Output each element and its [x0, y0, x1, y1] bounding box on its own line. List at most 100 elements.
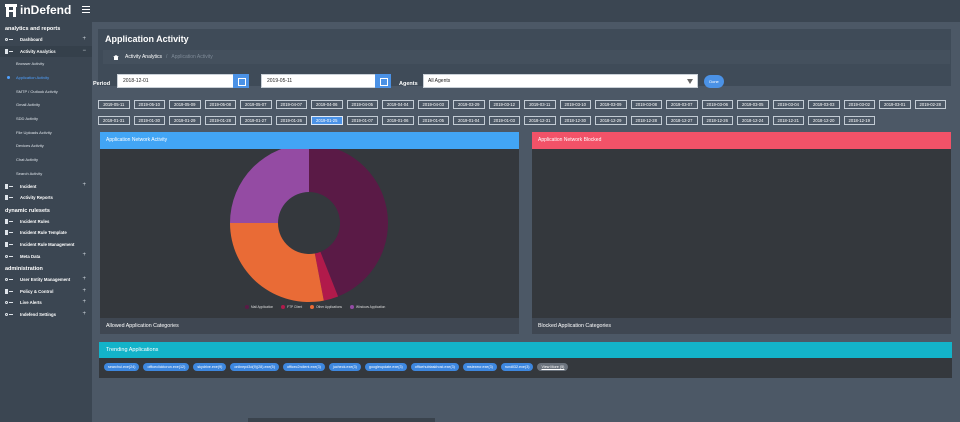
legend-item[interactable]: Mail Application [245, 305, 273, 309]
sidebar-subitem-devices-activity[interactable]: Devices Activity [0, 139, 92, 153]
trending-app-tag[interactable]: officeclicktorun.exe(12) [143, 363, 190, 371]
sidebar-item-incident[interactable]: Incident + [0, 180, 92, 192]
start-calendar-icon[interactable] [233, 74, 249, 88]
date-chip[interactable]: 2019-05-08 [204, 100, 236, 109]
date-chip[interactable]: 2019-05-10 [133, 100, 165, 109]
date-chip[interactable]: 2019-01-30 [133, 116, 165, 125]
legend-item[interactable]: Other Applications [310, 305, 342, 309]
trending-app-tag[interactable]: rundll32.exe(3) [500, 363, 534, 371]
date-chip[interactable]: 2019-03-06 [701, 100, 733, 109]
brand-logo[interactable]: inDefend [5, 3, 71, 17]
end-calendar-icon[interactable] [375, 74, 391, 88]
trending-app-tag[interactable]: msiexecr.exe(3) [462, 363, 497, 371]
date-chip[interactable]: 2018-12-20 [808, 116, 840, 125]
date-chip[interactable]: 2019-03-12 [488, 100, 520, 109]
date-chip[interactable]: 2018-12-24 [737, 116, 769, 125]
home-icon[interactable] [112, 54, 119, 60]
donut-slice[interactable] [230, 144, 309, 223]
date-chip[interactable]: 2019-05-11 [98, 100, 130, 109]
date-chip[interactable]: 2019-04-04 [382, 100, 414, 109]
trending-app-tag[interactable]: onlinepd3d(9)(28).exe(5) [230, 363, 279, 371]
sidebar-subitem-file-uploads-activity[interactable]: File Uploads Activity [0, 126, 92, 140]
date-chip[interactable]: 2019-01-03 [488, 116, 520, 125]
expand-icon[interactable]: + [82, 182, 86, 188]
trending-app-tag[interactable]: skydrive.exe(9) [193, 363, 227, 371]
date-chip[interactable]: 2019-04-03 [417, 100, 449, 109]
date-chip[interactable]: 2018-12-19 [843, 116, 875, 125]
expand-icon[interactable]: + [82, 276, 86, 282]
date-chip[interactable]: 2019-03-05 [737, 100, 769, 109]
sidebar-item-dashboard[interactable]: Dashboard + [0, 34, 92, 46]
date-chip[interactable]: 2019-03-11 [524, 100, 556, 109]
date-chip[interactable]: 2019-04-05 [346, 100, 378, 109]
date-chip[interactable]: 2019-03-03 [808, 100, 840, 109]
expand-icon[interactable]: + [82, 288, 86, 294]
date-chip[interactable]: 2019-01-31 [98, 116, 130, 125]
date-chip[interactable]: 2018-12-21 [772, 116, 804, 125]
view-more-button[interactable]: View More (5) [537, 363, 569, 371]
trending-app-tag[interactable]: jucheck.exe(3) [328, 363, 361, 371]
date-chip[interactable]: 2018-12-27 [666, 116, 698, 125]
date-chip[interactable]: 2019-03-29 [453, 100, 485, 109]
date-chip[interactable]: 2019-03-09 [595, 100, 627, 109]
date-chip[interactable]: 2019-03-08 [630, 100, 662, 109]
trending-app-tag[interactable]: officehubtaskhost.exe(3) [410, 363, 459, 371]
sidebar-subitem-browser-activity[interactable]: Browser Activity [0, 57, 92, 71]
date-chip[interactable]: 2019-01-28 [204, 116, 236, 125]
sidebar-item-meta-data[interactable]: Meta Data + [0, 250, 92, 262]
date-chip[interactable]: 2019-01-06 [382, 116, 414, 125]
sidebar-item-incident-rule-management[interactable]: Incident Rule Management [0, 239, 92, 251]
date-chip[interactable]: 2018-12-29 [595, 116, 627, 125]
sidebar-subitem-application-activity[interactable]: Application Activity [0, 71, 92, 85]
expand-icon[interactable]: + [82, 36, 86, 42]
date-chip[interactable]: 2019-04-07 [275, 100, 307, 109]
date-chip[interactable]: 2019-01-07 [346, 116, 378, 125]
date-chip[interactable]: 2018-12-31 [524, 116, 556, 125]
menu-toggle-icon[interactable] [82, 6, 90, 13]
collapse-icon[interactable]: − [82, 48, 86, 54]
date-chip[interactable]: 2018-12-28 [630, 116, 662, 125]
date-chip[interactable]: 2018-12-30 [559, 116, 591, 125]
expand-icon[interactable]: + [82, 311, 86, 317]
sidebar-item-live-alerts[interactable]: Live Alerts + [0, 297, 92, 309]
date-chip[interactable]: 2018-12-26 [701, 116, 733, 125]
date-chip[interactable]: 2019-01-25 [311, 116, 343, 125]
sidebar-item-policy-control[interactable]: Policy & Control + [0, 286, 92, 298]
sidebar-item-activity-analytics[interactable]: Activity Analytics − [0, 45, 92, 58]
expand-icon[interactable]: + [82, 252, 86, 258]
date-chip[interactable]: 2019-01-26 [275, 116, 307, 125]
agents-select[interactable]: All Agents [423, 74, 698, 88]
sidebar-subitem-sdd-activity[interactable]: SDD Activity [0, 112, 92, 126]
end-date-input[interactable]: 2019-05-11 [261, 74, 376, 88]
date-chip[interactable]: 2019-03-02 [843, 100, 875, 109]
sidebar-subitem-search-activity[interactable]: Search Activity [0, 167, 92, 181]
legend-item[interactable]: Windows Application [350, 305, 385, 309]
sidebar-subitem-gmail-activity[interactable]: Gmail Activity [0, 98, 92, 112]
trending-app-tag[interactable]: searchui.exe(24) [104, 363, 140, 371]
horizontal-scrollbar[interactable] [248, 418, 435, 422]
date-chip[interactable]: 2019-04-06 [311, 100, 343, 109]
date-chip[interactable]: 2019-03-10 [559, 100, 591, 109]
date-chip[interactable]: 2019-05-07 [240, 100, 272, 109]
date-chip[interactable]: 2019-03-01 [879, 100, 911, 109]
sidebar-item-incident-rule-template[interactable]: Incident Rule Template [0, 227, 92, 239]
trending-app-tag[interactable]: officec2rclient.exe(3) [282, 363, 325, 371]
sidebar-item-indefend-settings[interactable]: Indefend Settings + [0, 309, 92, 321]
date-chip[interactable]: 2019-01-29 [169, 116, 201, 125]
expand-icon[interactable]: + [82, 299, 86, 305]
date-chip[interactable]: 2019-01-05 [417, 116, 449, 125]
done-button[interactable]: Done [704, 75, 724, 88]
start-date-input[interactable]: 2018-12-01 [117, 74, 234, 88]
sidebar-item-user-entity-management[interactable]: User Entity Management + [0, 274, 92, 286]
legend-item[interactable]: FTP Client [281, 305, 302, 309]
breadcrumb-link[interactable]: Activity Analytics [125, 50, 162, 64]
date-chip[interactable]: 2019-01-04 [453, 116, 485, 125]
trending-app-tag[interactable]: googleupdate.exe(3) [364, 363, 407, 371]
date-chip[interactable]: 2019-03-04 [772, 100, 804, 109]
date-chip[interactable]: 2019-01-27 [240, 116, 272, 125]
date-chip[interactable]: 2019-05-09 [169, 100, 201, 109]
sidebar-subitem-smtp-activity[interactable]: SMTP / Outlook Activity [0, 85, 92, 99]
donut-slice[interactable] [230, 223, 324, 302]
sidebar-item-activity-reports[interactable]: Activity Reports [0, 192, 92, 204]
sidebar-item-incident-rules[interactable]: Incident Rules [0, 216, 92, 228]
